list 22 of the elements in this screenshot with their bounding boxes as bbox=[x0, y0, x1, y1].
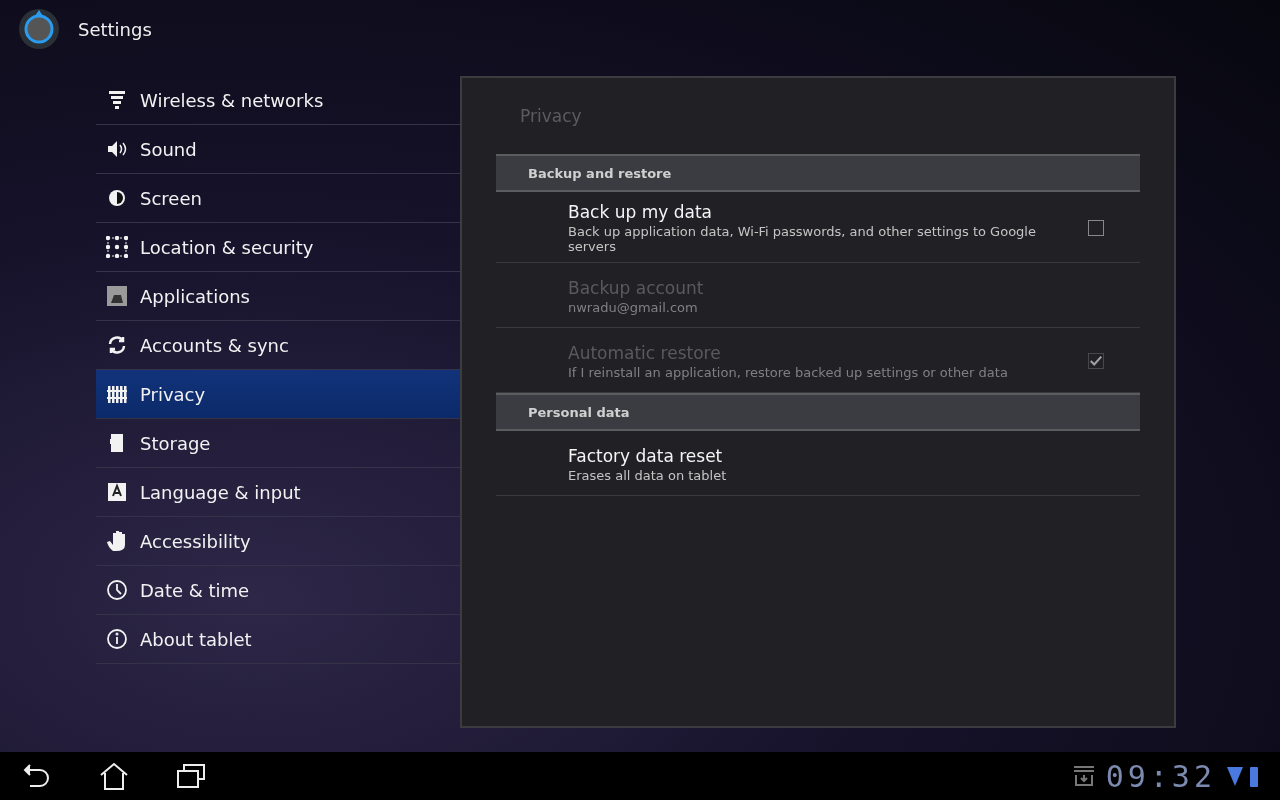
setting-summary: If I reinstall an application, restore backed up settings or other data bbox=[568, 364, 1009, 380]
setting-summary: nwradu@gmail.com bbox=[568, 299, 699, 315]
settings-category[interactable]: About tablet bbox=[96, 615, 460, 664]
app-title: Settings bbox=[78, 18, 152, 40]
settings-category[interactable]: Privacy bbox=[96, 370, 460, 419]
settings-category[interactable]: Language & input bbox=[96, 468, 460, 517]
setting-summary: Erases all data on tablet bbox=[568, 467, 728, 483]
section-header: Personal data bbox=[496, 393, 1140, 431]
settings-category[interactable]: Screen bbox=[96, 174, 460, 223]
settings-category[interactable]: Sound bbox=[96, 125, 460, 174]
setting-title[interactable]: Back up my data bbox=[568, 202, 1068, 222]
settings-category[interactable]: Wireless & networks bbox=[96, 76, 460, 125]
settings-category[interactable]: Storage bbox=[96, 419, 460, 468]
settings-category[interactable]: Applications bbox=[96, 272, 460, 321]
panel-title: Privacy bbox=[520, 106, 582, 126]
setting-summary: Back up application data, Wi-Fi passwords, and other settings to Google servers bbox=[568, 224, 1037, 254]
settings-category[interactable]: Accessibility bbox=[96, 517, 460, 566]
settings-category[interactable]: Date & time bbox=[96, 566, 460, 615]
setting-title[interactable]: Factory data reset bbox=[568, 445, 1104, 466]
section-header: Backup and restore bbox=[496, 154, 1140, 192]
settings-category[interactable]: Location & security bbox=[96, 223, 460, 272]
clock: 09:32 bbox=[1105, 758, 1216, 794]
